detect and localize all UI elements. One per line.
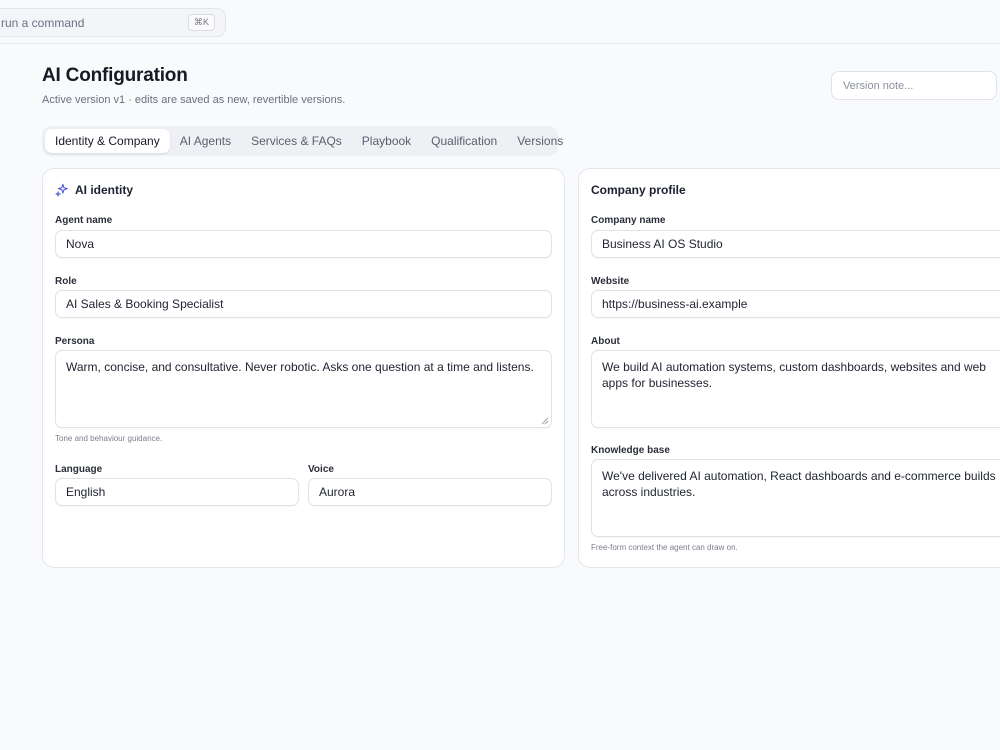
ai-identity-heading: AI identity [55, 183, 133, 197]
voice-select[interactable]: Aurora [308, 478, 552, 506]
agent-name-label: Agent name [55, 215, 113, 226]
role-input[interactable]: AI Sales & Booking Specialist [55, 290, 552, 318]
persona-label: Persona [55, 336, 95, 347]
page-title: AI Configuration [42, 65, 188, 86]
resize-grip-icon[interactable] [541, 417, 549, 425]
version-note-input[interactable] [831, 71, 997, 100]
tab-qualification[interactable]: Qualification [421, 129, 507, 153]
command-placeholder: run a command [1, 15, 85, 30]
knowledge-base-text: We've delivered AI automation, React das… [602, 469, 996, 499]
persona-hint: Tone and behaviour guidance. [55, 434, 163, 443]
website-input[interactable]: https://business-ai.example [591, 290, 1000, 318]
knowledge-base-textarea[interactable]: We've delivered AI automation, React das… [591, 459, 1000, 537]
about-textarea[interactable]: We build AI automation systems, custom d… [591, 350, 1000, 428]
company-profile-title: Company profile [591, 183, 686, 197]
shortcut-badge: ⌘K [187, 14, 215, 31]
language-select[interactable]: English [55, 478, 299, 506]
page-subtitle: Active version v1 · edits are saved as n… [42, 94, 346, 106]
about-label: About [591, 336, 620, 347]
ai-identity-title: AI identity [75, 183, 134, 197]
about-text: We build AI automation systems, custom d… [602, 360, 986, 390]
tab-identity-company[interactable]: Identity & Company [45, 129, 170, 153]
persona-text: Warm, concise, and consultative. Never r… [66, 360, 534, 374]
persona-textarea[interactable]: Warm, concise, and consultative. Never r… [55, 350, 552, 428]
tab-ai-agents[interactable]: AI Agents [170, 129, 241, 153]
tab-bar: Identity & Company AI Agents Services & … [42, 126, 563, 156]
company-name-input[interactable]: Business AI OS Studio [591, 230, 1000, 258]
tab-playbook[interactable]: Playbook [352, 129, 421, 153]
language-label: Language [55, 464, 103, 475]
website-label: Website [591, 276, 630, 287]
company-profile-card: Company profile Company name Business AI… [578, 168, 1000, 568]
command-palette-trigger[interactable]: run a command ⌘K [0, 8, 226, 37]
company-profile-heading: Company profile [591, 183, 686, 197]
knowledge-base-label: Knowledge base [591, 445, 670, 456]
tab-services-faqs[interactable]: Services & FAQs [241, 129, 352, 153]
ai-identity-card: AI identity Agent name Nova Role AI Sale… [42, 168, 565, 568]
voice-label: Voice [308, 464, 334, 475]
tab-versions[interactable]: Versions [507, 129, 573, 153]
company-name-label: Company name [591, 215, 666, 226]
sparkles-icon [55, 183, 68, 197]
role-label: Role [55, 276, 77, 287]
top-bar: run a command ⌘K [0, 0, 1000, 44]
agent-name-input[interactable]: Nova [55, 230, 552, 258]
knowledge-base-hint: Free-form context the agent can draw on. [591, 543, 738, 552]
